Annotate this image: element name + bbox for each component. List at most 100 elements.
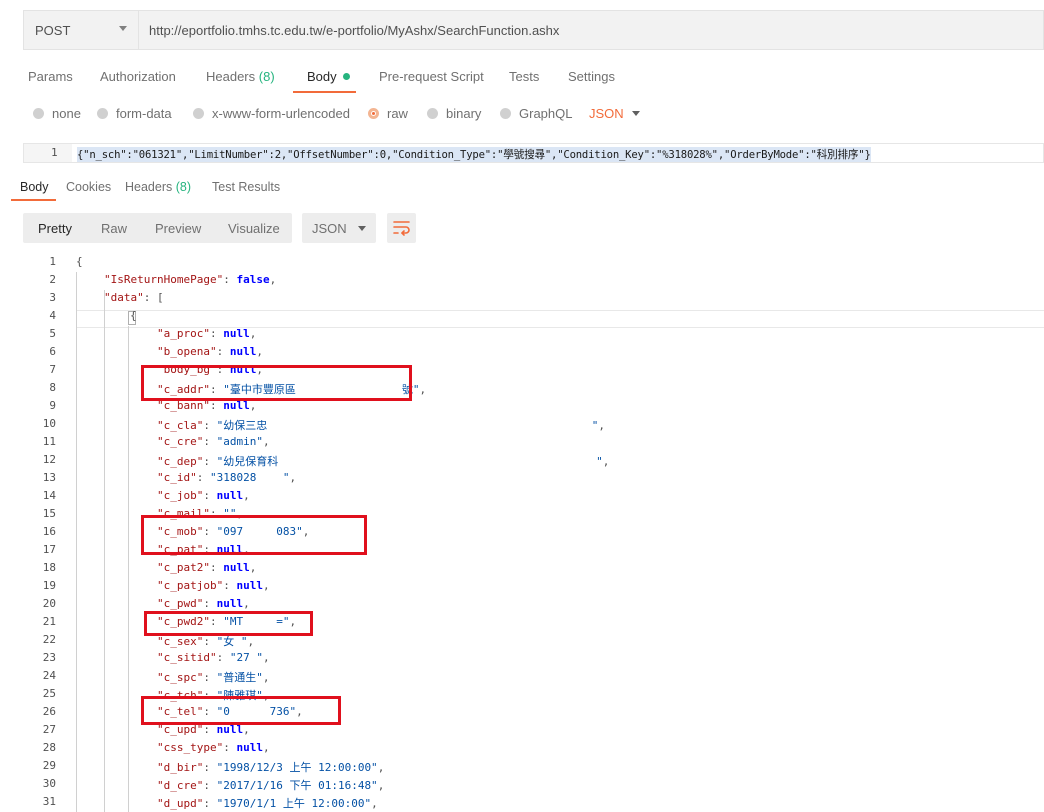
resp-headers-count: (8) — [175, 180, 192, 194]
line-number: 26 — [42, 705, 56, 718]
tab-settings[interactable]: Settings — [568, 69, 615, 84]
method-label: POST — [35, 23, 71, 38]
line-number: 22 — [42, 633, 56, 646]
radio-selected-icon — [368, 108, 379, 119]
resp-tab-body[interactable]: Body — [20, 180, 49, 194]
json-key: "c_pat2" — [157, 561, 210, 574]
raw-body-editor[interactable]: 1 {"n_sch":"061321","LimitNumber":2,"Off… — [23, 143, 1044, 163]
json-key: "c_sex" — [157, 635, 204, 648]
line-number: 12 — [42, 453, 56, 466]
json-separator: : — [216, 345, 230, 358]
line-number: 13 — [42, 471, 56, 484]
radio-circle-icon — [97, 108, 108, 119]
json-separator: : — [203, 419, 217, 432]
request-url-bar: POST http://eportfolio.tmhs.tc.edu.tw/e-… — [23, 10, 1044, 50]
json-comma: , — [256, 345, 263, 358]
line-number: 16 — [42, 525, 56, 538]
radio-none[interactable]: none — [33, 106, 81, 122]
json-separator: : — [203, 671, 217, 684]
json-string: "幼保三忠 " — [216, 419, 599, 432]
redaction-highlight-box — [141, 696, 341, 725]
body-format-select[interactable]: JSON — [589, 106, 624, 121]
resp-tab-headers-label: Headers — [125, 180, 173, 194]
json-key: "c_pwd" — [157, 597, 204, 610]
radio-circle-icon — [33, 108, 44, 119]
json-key: "css_type" — [157, 741, 224, 754]
indent-guide — [76, 272, 77, 812]
json-separator: : — [203, 455, 217, 468]
resp-tab-test-results[interactable]: Test Results — [212, 180, 280, 194]
code-line: "c_cla": "幼保三忠 ", — [157, 417, 605, 433]
json-separator: : — [223, 273, 237, 286]
resp-tab-cookies[interactable]: Cookies — [66, 180, 111, 194]
tab-prerequest-script[interactable]: Pre-request Script — [379, 69, 484, 84]
json-string: "1970/1/1 上午 12:00:00" — [216, 797, 372, 810]
line-number: 18 — [42, 561, 56, 574]
json-separator: : — [196, 471, 210, 484]
response-format-select[interactable]: JSON — [302, 213, 376, 243]
line-number: 8 — [49, 381, 56, 394]
radio-urlencoded[interactable]: x-www-form-urlencoded — [193, 106, 350, 122]
radio-binary[interactable]: binary — [427, 106, 481, 122]
chevron-down-icon — [119, 26, 127, 31]
body-active-dot-icon — [342, 73, 350, 80]
code-line: "c_pat2": null, — [157, 561, 256, 574]
tab-tests[interactable]: Tests — [509, 69, 539, 84]
view-visualize[interactable]: Visualize — [228, 221, 280, 236]
tab-headers[interactable]: Headers (8) — [206, 69, 275, 84]
radio-graphql[interactable]: GraphQL — [500, 106, 572, 122]
code-line: "b_opena": null, — [157, 345, 263, 358]
url-input[interactable]: http://eportfolio.tmhs.tc.edu.tw/e-portf… — [149, 23, 559, 38]
code-line: "c_job": null, — [157, 489, 250, 502]
line-number: 2 — [49, 273, 56, 286]
chevron-down-icon — [358, 226, 366, 231]
json-comma: , — [262, 579, 270, 592]
view-raw[interactable]: Raw — [101, 221, 127, 236]
radio-raw[interactable]: raw — [368, 106, 408, 122]
line-number: 5 — [49, 327, 56, 340]
line-number: 9 — [49, 399, 56, 412]
chevron-down-icon[interactable] — [632, 111, 640, 116]
code-line: "IsReturnHomePage": false, — [104, 273, 276, 286]
json-comma: , — [243, 597, 250, 610]
json-string: "admin" — [216, 435, 263, 448]
json-key: "c_id" — [157, 471, 197, 484]
json-key: "IsReturnHomePage" — [104, 273, 224, 286]
line-number: 14 — [42, 489, 56, 502]
line-number: 11 — [42, 435, 56, 448]
line-number: 20 — [42, 597, 56, 610]
json-key: "c_spc" — [157, 671, 204, 684]
line-number: 1 — [49, 255, 56, 268]
code-line: { — [76, 255, 83, 268]
json-separator: : — [203, 435, 217, 448]
tab-body[interactable]: Body — [307, 69, 350, 84]
json-separator: : — [216, 651, 230, 664]
code-line: "c_sitid": "27 ", — [157, 651, 270, 664]
code-line: "d_upd": "1970/1/1 上午 12:00:00", — [157, 795, 378, 811]
line-number: 15 — [42, 507, 56, 520]
radio-label: binary — [446, 106, 482, 121]
tab-params[interactable]: Params — [28, 69, 73, 84]
json-literal: null — [216, 597, 244, 610]
line-number: 30 — [42, 777, 56, 790]
method-select[interactable]: POST — [24, 11, 139, 49]
tab-authorization[interactable]: Authorization — [100, 69, 176, 84]
headers-count: (8) — [258, 69, 275, 84]
view-preview[interactable]: Preview — [155, 221, 201, 236]
tab-body-label: Body — [307, 69, 337, 84]
radio-form-data[interactable]: form-data — [97, 106, 172, 122]
raw-body-text[interactable]: {"n_sch":"061321","LimitNumber":2,"Offse… — [77, 147, 871, 162]
line-number: 21 — [42, 615, 56, 628]
redaction-highlight-box — [141, 515, 367, 555]
json-key: "c_dep" — [157, 455, 204, 468]
resp-tab-headers[interactable]: Headers (8) — [125, 180, 191, 194]
json-literal: null — [216, 489, 244, 502]
json-comma: , — [377, 779, 385, 792]
json-separator: : — [223, 579, 237, 592]
json-comma: , — [377, 761, 385, 774]
json-key: "c_sitid" — [157, 651, 217, 664]
json-comma: , — [419, 383, 427, 396]
wrap-lines-button[interactable] — [387, 213, 416, 243]
view-pretty[interactable]: Pretty — [38, 221, 72, 236]
json-comma: , — [262, 435, 270, 448]
